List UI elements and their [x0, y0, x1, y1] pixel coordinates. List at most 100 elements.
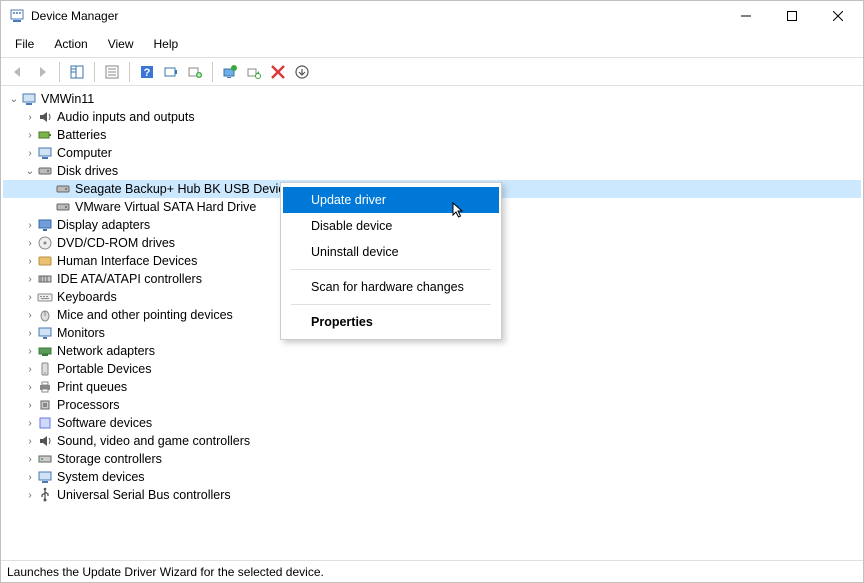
monitor-icon	[37, 325, 53, 341]
add-legacy-button[interactable]	[184, 61, 206, 83]
controller-icon	[37, 271, 53, 287]
chevron-right-icon[interactable]: ›	[23, 344, 37, 358]
printer-icon	[37, 379, 53, 395]
menu-file[interactable]: File	[5, 33, 44, 55]
disable-device-button[interactable]	[243, 61, 265, 83]
chevron-right-icon[interactable]: ›	[23, 434, 37, 448]
context-disable-device[interactable]: Disable device	[283, 213, 499, 239]
node-label: Batteries	[57, 128, 106, 142]
node-label: VMware Virtual SATA Hard Drive	[75, 200, 256, 214]
context-scan-hardware[interactable]: Scan for hardware changes	[283, 274, 499, 300]
tree-category-processors[interactable]: › Processors	[3, 396, 861, 414]
enable-device-button[interactable]	[291, 61, 313, 83]
chevron-right-icon[interactable]: ›	[23, 398, 37, 412]
scan-hardware-button[interactable]	[160, 61, 182, 83]
chevron-right-icon[interactable]: ›	[23, 452, 37, 466]
minimize-button[interactable]	[723, 1, 769, 31]
tree-category-disk-drives[interactable]: ⌄ Disk drives	[3, 162, 861, 180]
chevron-right-icon[interactable]: ›	[23, 146, 37, 160]
context-update-driver[interactable]: Update driver	[283, 187, 499, 213]
close-button[interactable]	[815, 1, 861, 31]
tree-category-batteries[interactable]: › Batteries	[3, 126, 861, 144]
speaker-icon	[37, 109, 53, 125]
disk-icon	[55, 181, 71, 197]
properties-button[interactable]	[101, 61, 123, 83]
menu-separator	[291, 304, 491, 305]
node-label: System devices	[57, 470, 145, 484]
chevron-right-icon[interactable]: ›	[23, 110, 37, 124]
hid-icon	[37, 253, 53, 269]
chevron-down-icon[interactable]: ⌄	[7, 92, 21, 106]
tree-category-usb[interactable]: › Universal Serial Bus controllers	[3, 486, 861, 504]
tree-category-network[interactable]: › Network adapters	[3, 342, 861, 360]
chevron-right-icon[interactable]: ›	[23, 128, 37, 142]
tree-category-system[interactable]: › System devices	[3, 468, 861, 486]
chevron-down-icon[interactable]: ⌄	[23, 164, 37, 178]
chevron-right-icon[interactable]: ›	[23, 308, 37, 322]
node-label: Universal Serial Bus controllers	[57, 488, 231, 502]
node-label: DVD/CD-ROM drives	[57, 236, 175, 250]
tree-category-storage[interactable]: › Storage controllers	[3, 450, 861, 468]
chevron-right-icon[interactable]: ›	[23, 272, 37, 286]
chevron-right-icon[interactable]: ›	[23, 470, 37, 484]
menu-help[interactable]: Help	[144, 33, 189, 55]
menu-separator	[291, 269, 491, 270]
tree-category-print-queues[interactable]: › Print queues	[3, 378, 861, 396]
disk-icon	[55, 199, 71, 215]
chevron-right-icon[interactable]: ›	[23, 380, 37, 394]
forward-button[interactable]	[31, 61, 53, 83]
node-label: Processors	[57, 398, 120, 412]
node-label: Human Interface Devices	[57, 254, 197, 268]
toolbar: ?	[1, 58, 863, 86]
uninstall-device-button[interactable]	[267, 61, 289, 83]
node-label: Network adapters	[57, 344, 155, 358]
context-properties[interactable]: Properties	[283, 309, 499, 335]
menu-action[interactable]: Action	[44, 33, 97, 55]
tree-category-sound[interactable]: › Sound, video and game controllers	[3, 432, 861, 450]
menubar: File Action View Help	[1, 31, 863, 58]
speaker-icon	[37, 433, 53, 449]
node-label: Display adapters	[57, 218, 150, 232]
update-driver-button[interactable]	[219, 61, 241, 83]
keyboard-icon	[37, 289, 53, 305]
usb-icon	[37, 487, 53, 503]
tree-category-portable[interactable]: › Portable Devices	[3, 360, 861, 378]
node-label: Mice and other pointing devices	[57, 308, 233, 322]
chevron-right-icon[interactable]: ›	[23, 290, 37, 304]
chevron-right-icon[interactable]: ›	[23, 218, 37, 232]
chevron-right-icon[interactable]: ›	[23, 488, 37, 502]
titlebar: Device Manager	[1, 1, 863, 31]
chevron-right-icon[interactable]: ›	[23, 416, 37, 430]
window-title: Device Manager	[31, 9, 723, 23]
chevron-right-icon[interactable]: ›	[23, 236, 37, 250]
computer-icon	[21, 91, 37, 107]
dvd-icon	[37, 235, 53, 251]
tree-category-audio[interactable]: › Audio inputs and outputs	[3, 108, 861, 126]
battery-icon	[37, 127, 53, 143]
back-button[interactable]	[7, 61, 29, 83]
context-menu: Update driver Disable device Uninstall d…	[280, 182, 502, 340]
tree-root[interactable]: ⌄ VMWin11	[3, 90, 861, 108]
portable-icon	[37, 361, 53, 377]
tree-category-computer[interactable]: › Computer	[3, 144, 861, 162]
network-icon	[37, 343, 53, 359]
mouse-icon	[37, 307, 53, 323]
menu-view[interactable]: View	[98, 33, 144, 55]
help-button[interactable]: ?	[136, 61, 158, 83]
node-label: Print queues	[57, 380, 127, 394]
maximize-button[interactable]	[769, 1, 815, 31]
cpu-icon	[37, 397, 53, 413]
tree-category-software[interactable]: › Software devices	[3, 414, 861, 432]
system-icon	[37, 469, 53, 485]
disk-icon	[37, 163, 53, 179]
node-label: Keyboards	[57, 290, 117, 304]
node-label: Storage controllers	[57, 452, 162, 466]
node-label: Monitors	[57, 326, 105, 340]
context-uninstall-device[interactable]: Uninstall device	[283, 239, 499, 265]
chevron-right-icon[interactable]: ›	[23, 254, 37, 268]
node-label: VMWin11	[41, 92, 94, 106]
storage-icon	[37, 451, 53, 467]
chevron-right-icon[interactable]: ›	[23, 326, 37, 340]
show-hide-tree-button[interactable]	[66, 61, 88, 83]
chevron-right-icon[interactable]: ›	[23, 362, 37, 376]
